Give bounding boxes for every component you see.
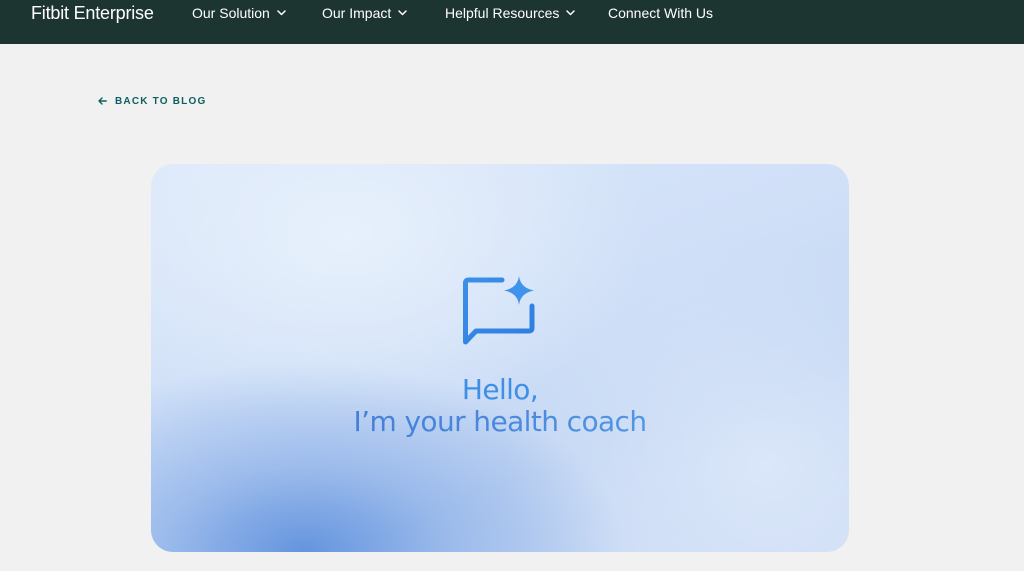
nav-item-helpful-resources[interactable]: Helpful Resources [445, 0, 576, 26]
chevron-down-icon [566, 10, 576, 16]
nav-item-label: Our Impact [322, 5, 392, 21]
nav-item-label: Helpful Resources [445, 5, 560, 21]
back-to-blog-label: BACK TO BLOG [115, 95, 207, 107]
chat-sparkle-icon [463, 276, 535, 345]
nav-item-label: Our Solution [192, 5, 270, 21]
chevron-down-icon [277, 10, 286, 16]
hero-greeting: Hello, [461, 373, 539, 406]
nav-item-label: Connect With Us [608, 5, 714, 21]
site-header: Fitbit Enterprise Our Solution Our Impac… [0, 0, 1024, 44]
arrow-left-icon [98, 97, 107, 105]
nav-item-our-solution[interactable]: Our Solution [192, 0, 286, 26]
chevron-down-icon [398, 10, 407, 16]
hero-banner: Hello, I’m your health coach [151, 164, 849, 552]
back-to-blog-link[interactable]: BACK TO BLOG [98, 94, 206, 108]
hero-subtitle: I’m your health coach [151, 405, 849, 438]
nav-item-our-impact[interactable]: Our Impact [322, 0, 407, 26]
nav-item-connect-with-us[interactable]: Connect With Us [608, 0, 713, 26]
brand-logo[interactable]: Fitbit Enterprise [31, 0, 154, 26]
